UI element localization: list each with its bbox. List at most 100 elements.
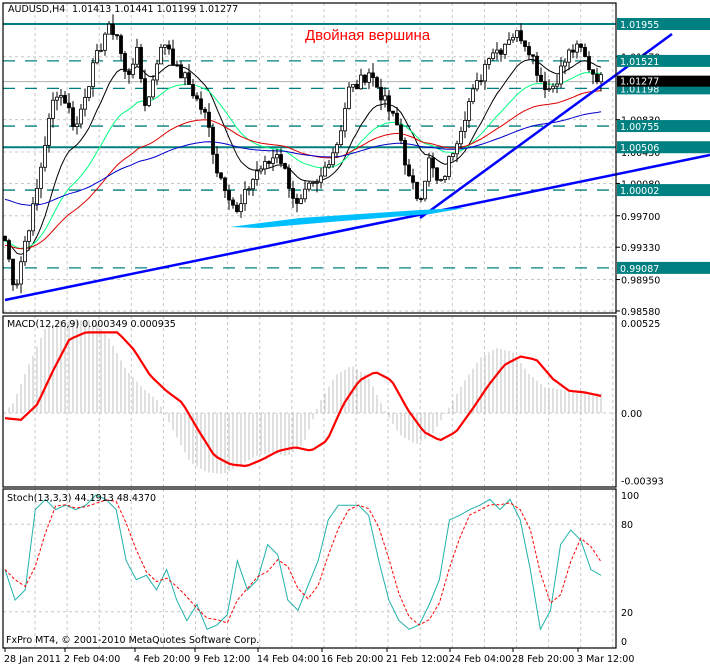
candle [231, 199, 235, 206]
stoch-series [4, 494, 602, 631]
candle [479, 80, 483, 83]
candle [579, 43, 583, 48]
candle [159, 46, 163, 65]
time-tick-label: 4 Feb 20:00 [134, 654, 190, 665]
candle [295, 197, 299, 204]
candle [507, 39, 511, 45]
candle [403, 139, 407, 166]
candle [279, 154, 283, 164]
candle [95, 50, 99, 64]
candle [407, 164, 411, 177]
candle [119, 35, 123, 54]
time-tick-label: 9 Feb 12:00 [194, 654, 250, 665]
candle [259, 168, 263, 172]
pattern-annotation[interactable]: Двойная вершина [305, 27, 431, 44]
level-label: 1.01955 [620, 20, 659, 31]
candle [319, 175, 323, 183]
candle [227, 190, 231, 201]
candle [27, 230, 31, 242]
trendlines[interactable] [4, 32, 710, 302]
candle [167, 44, 171, 50]
candle [19, 261, 23, 285]
macd-signal-line [4, 331, 602, 468]
candle [43, 145, 47, 168]
candle [235, 204, 239, 212]
candle [311, 182, 315, 184]
candle [543, 81, 547, 91]
candle [83, 97, 87, 110]
stoch-tick-label: 0 [621, 637, 627, 648]
candle [99, 49, 103, 52]
axis-labels: 1.015701.008301.004501.000800.997000.993… [4, 18, 710, 665]
candle [183, 72, 187, 79]
candle [567, 49, 571, 63]
candle [163, 44, 167, 48]
candle [363, 74, 367, 83]
candle [575, 43, 579, 53]
candle [503, 43, 507, 55]
time-tick-label: 28 Jan 2011 [4, 654, 61, 665]
candle [223, 177, 227, 192]
candle [195, 95, 199, 100]
candle [15, 283, 19, 286]
time-tick-label: 14 Feb 04:00 [257, 654, 319, 665]
candle [587, 56, 591, 71]
candle [455, 143, 459, 155]
level-label: 1.00755 [620, 122, 659, 133]
candle [323, 166, 327, 177]
candle [211, 126, 215, 155]
candle [255, 170, 259, 180]
candle [35, 188, 39, 205]
candle [3, 235, 7, 241]
candle [467, 101, 471, 121]
stoch-tick-label: 100 [621, 491, 639, 502]
macd-tick-label: 0.00525 [621, 319, 660, 330]
candle [547, 88, 551, 91]
candle [71, 107, 75, 127]
candle [327, 164, 331, 168]
candle [375, 77, 379, 88]
candle [215, 153, 219, 174]
candle [539, 74, 543, 83]
macd-series [4, 320, 602, 474]
price-tick-label: 0.98580 [621, 307, 660, 318]
candle [359, 74, 363, 90]
candle [111, 23, 115, 36]
candle [55, 96, 59, 101]
candle [11, 258, 15, 286]
candle [511, 37, 515, 41]
candle [487, 58, 491, 65]
time-tick-label: 21 Feb 12:00 [386, 654, 448, 665]
candle [147, 96, 151, 106]
candle [411, 175, 415, 183]
macd-tick-label: -0.00393 [621, 476, 664, 487]
time-tick-label: 24 Feb 04:00 [449, 654, 511, 665]
candle [515, 30, 519, 38]
candle [103, 33, 107, 51]
candle [475, 80, 479, 90]
candle [415, 181, 419, 200]
level-label: 1.00002 [620, 186, 659, 197]
candle [439, 179, 443, 181]
candle [115, 34, 119, 37]
candle [31, 203, 35, 232]
candle [535, 55, 539, 76]
candle [339, 130, 343, 146]
time-tick-label: 3 Mar 12:00 [577, 654, 634, 665]
candle [75, 123, 79, 127]
candle [471, 88, 475, 103]
candle [559, 65, 563, 85]
candle [59, 95, 63, 98]
candle [219, 172, 223, 179]
candle [595, 73, 599, 83]
candle [431, 157, 435, 169]
macd-tick-label: 0.00 [621, 409, 642, 420]
time-tick-label: 16 Feb 20:00 [321, 654, 383, 665]
candle [39, 166, 43, 189]
candle [315, 181, 319, 184]
panel-frame [2, 488, 617, 649]
candle [419, 198, 423, 201]
copyright-text: FxPro MT4, © 2001-2010 MetaQuotes Softwa… [6, 635, 259, 646]
candle [303, 188, 307, 200]
bid-label: 1.01277 [620, 77, 659, 88]
